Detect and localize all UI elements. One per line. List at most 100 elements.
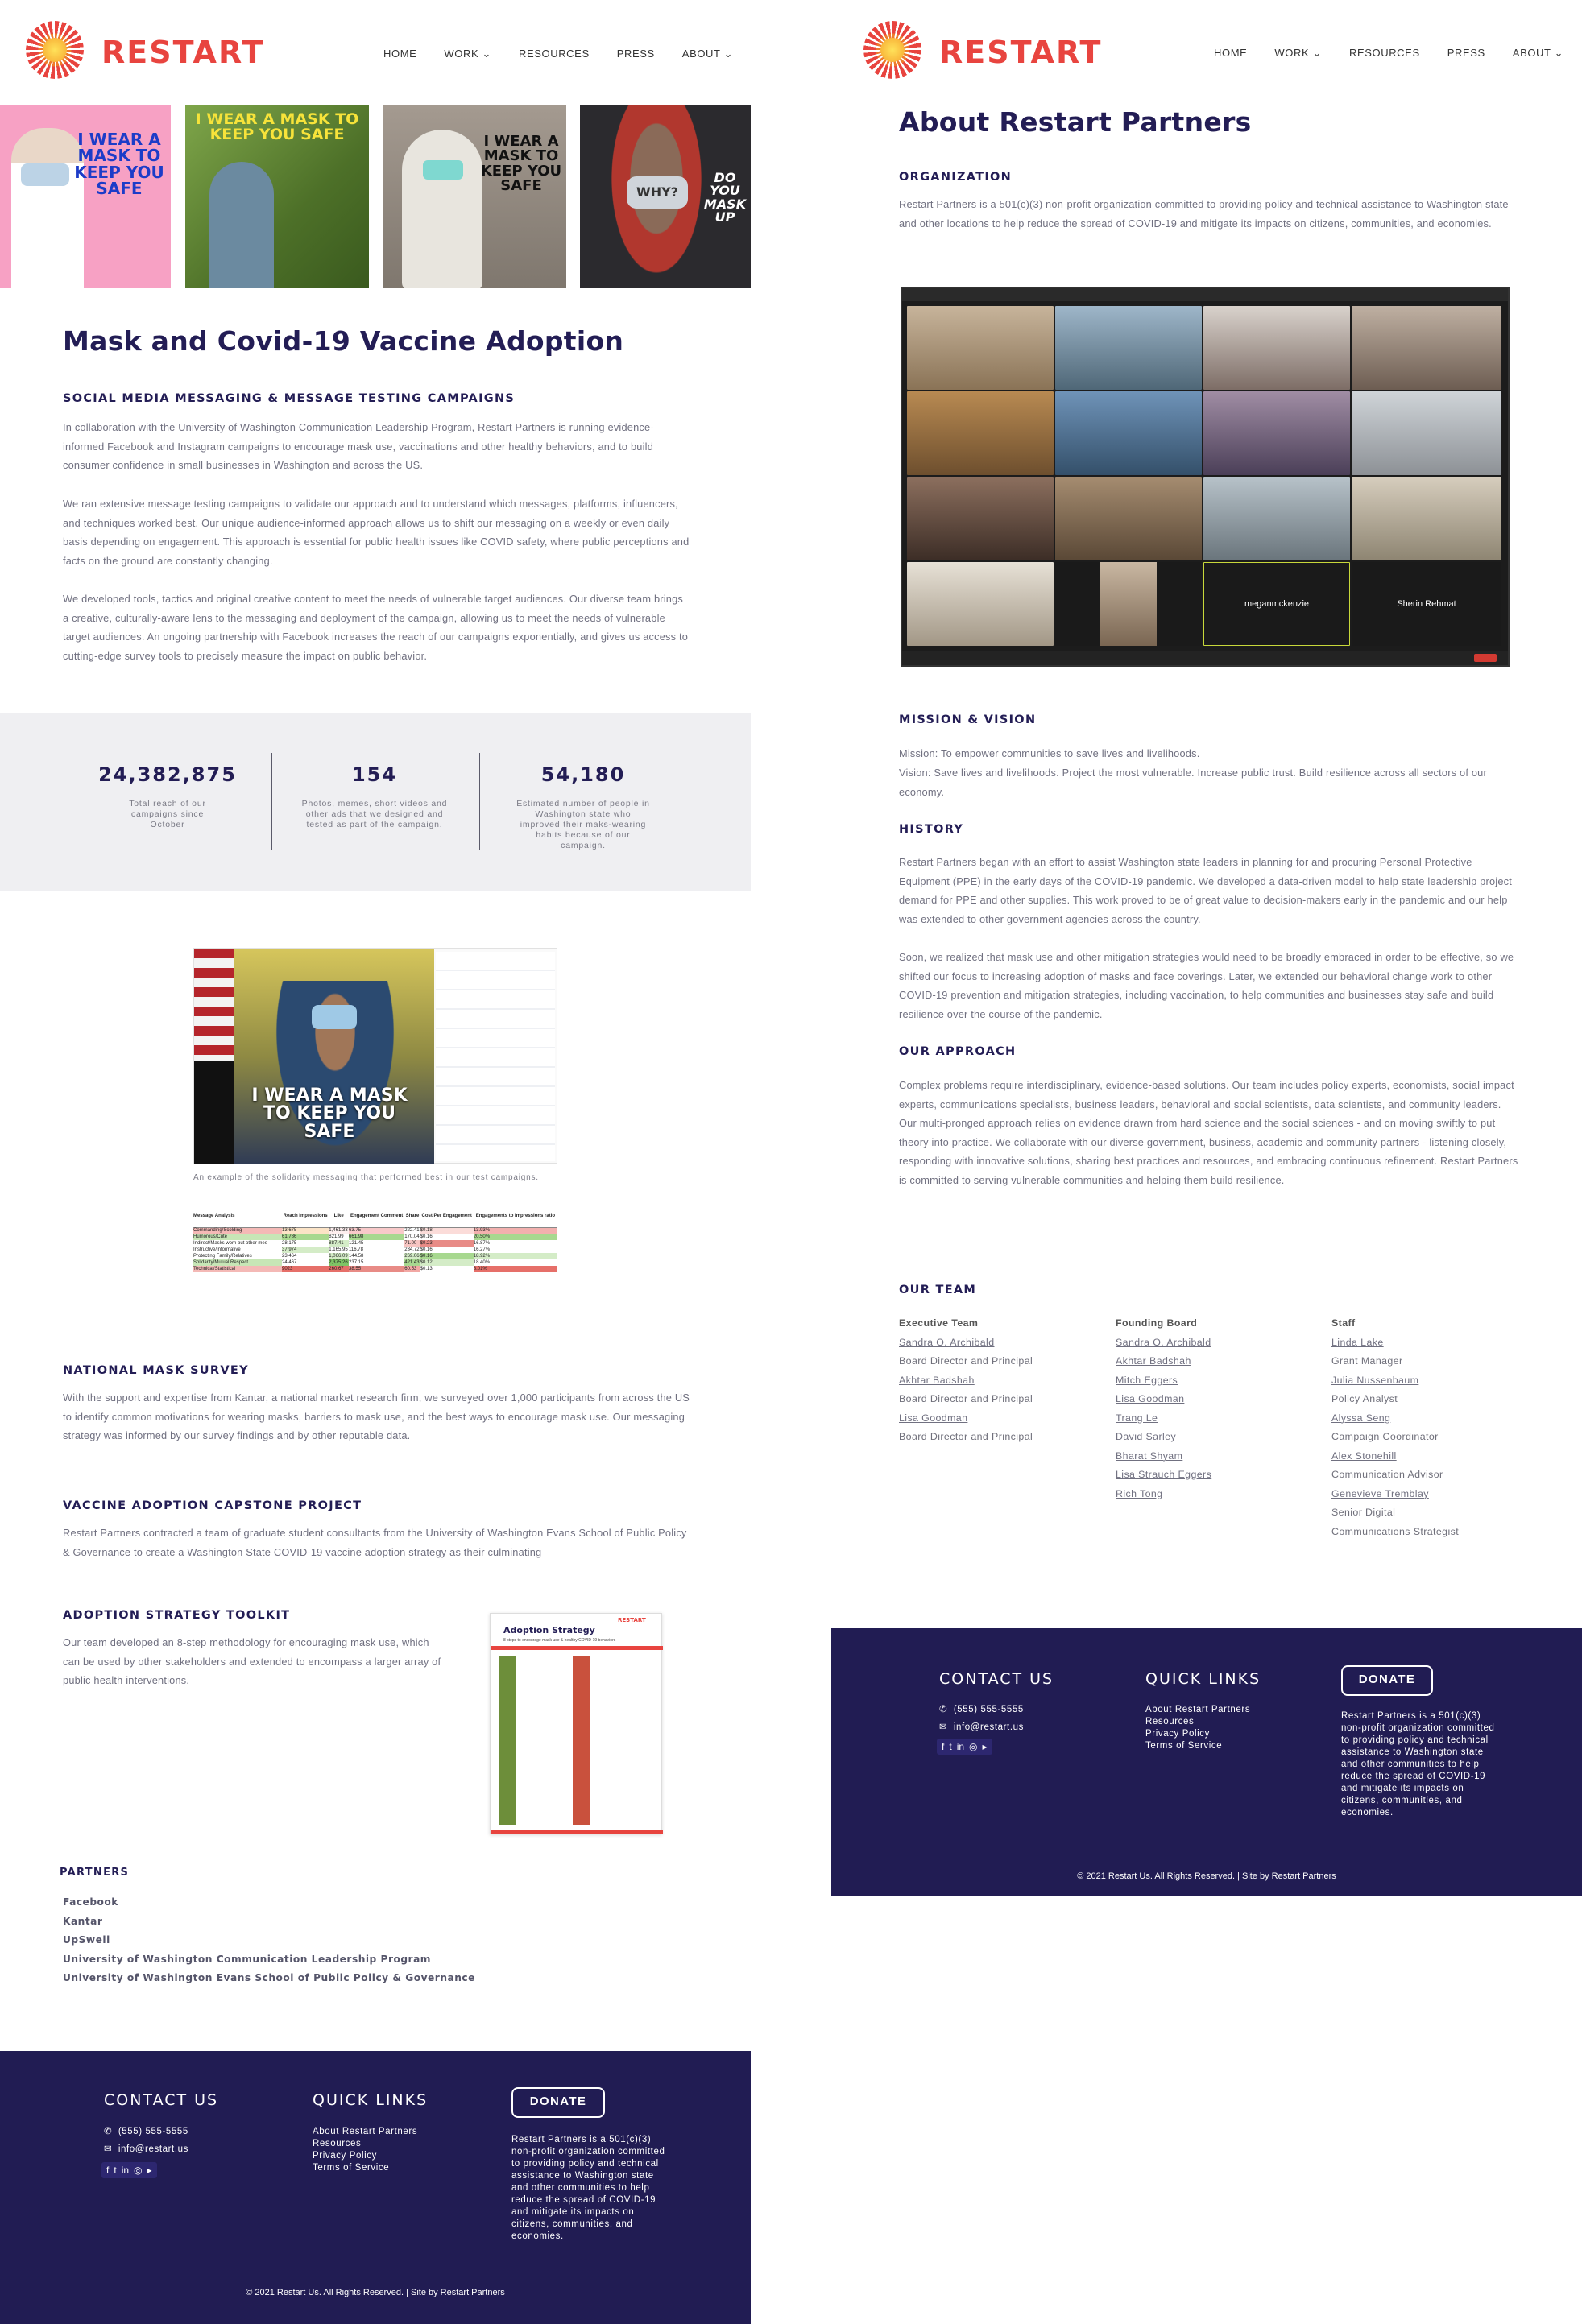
toolkit-document-thumbnail[interactable]: Adoption Strategy RESTART 8 steps to enc… bbox=[490, 1613, 663, 1834]
zoom-call-image: meganmckenzie Sherin Rehmat bbox=[901, 287, 1510, 667]
chevron-down-icon: ⌄ bbox=[482, 48, 491, 60]
nav-about[interactable]: ABOUT ⌄ bbox=[1513, 47, 1563, 60]
end-call-button bbox=[1474, 654, 1497, 662]
doc-header-rule bbox=[491, 1646, 663, 1650]
instagram-icon[interactable]: ◎ bbox=[134, 2165, 142, 2176]
site-logo[interactable]: RESTART bbox=[863, 21, 1100, 85]
facebook-icon[interactable]: f bbox=[106, 2165, 109, 2176]
team-group-heading: Executive Team bbox=[899, 1317, 979, 1329]
linkedin-icon[interactable]: in bbox=[122, 2165, 129, 2176]
nav-home[interactable]: HOME bbox=[383, 48, 416, 60]
team-member-link[interactable]: Lisa Strauch Eggers bbox=[1116, 1466, 1309, 1485]
instagram-icon[interactable]: ◎ bbox=[969, 1741, 977, 1752]
participant-video bbox=[1100, 562, 1157, 646]
social-paragraph-2: We ran extensive message testing campaig… bbox=[63, 498, 690, 567]
footer-link[interactable]: About Restart Partners bbox=[313, 2126, 417, 2138]
nav-about[interactable]: ABOUT ⌄ bbox=[682, 48, 733, 60]
team-group-heading: Staff bbox=[1331, 1317, 1356, 1329]
nav-press[interactable]: PRESS bbox=[617, 48, 655, 60]
table-header: Engagement Comment bbox=[350, 1213, 404, 1218]
nav-work[interactable]: WORK ⌄ bbox=[444, 48, 491, 60]
team-member-link[interactable]: Akhtar Badshah bbox=[899, 1371, 1092, 1391]
facebook-icon[interactable]: f bbox=[942, 1741, 944, 1752]
footer-link[interactable]: Resources bbox=[1145, 1716, 1250, 1728]
copyright: © 2021 Restart Us. All Rights Reserved. … bbox=[1077, 1871, 1336, 1881]
footer-link[interactable]: About Restart Partners bbox=[1145, 1704, 1250, 1716]
twitter-icon[interactable]: t bbox=[949, 1741, 951, 1752]
team-member-link[interactable]: Alyssa Seng bbox=[1331, 1409, 1525, 1429]
survey-paragraph: With the support and expertise from Kant… bbox=[63, 1392, 690, 1441]
capstone-paragraph: Restart Partners contracted a team of gr… bbox=[63, 1527, 687, 1558]
organization-heading: ORGANIZATION bbox=[899, 171, 1013, 184]
nav-work[interactable]: WORK ⌄ bbox=[1274, 47, 1322, 60]
zoom-participant bbox=[1055, 306, 1202, 390]
mask-shape bbox=[423, 160, 463, 180]
email-row[interactable]: ✉ info@restart.us bbox=[104, 2144, 188, 2156]
nav-about-label: ABOUT bbox=[681, 48, 721, 60]
team-member-link[interactable]: Bharat Shyam bbox=[1116, 1447, 1309, 1466]
footer-link[interactable]: Privacy Policy bbox=[1145, 1728, 1250, 1740]
footer-link[interactable]: Privacy Policy bbox=[313, 2150, 417, 2162]
footer-link[interactable]: Terms of Service bbox=[313, 2162, 417, 2174]
tile-4-text: DO YOU MASK UP bbox=[703, 170, 747, 225]
donate-button[interactable]: DONATE bbox=[511, 2087, 605, 2118]
hijab-figure bbox=[402, 130, 482, 288]
team-role: Board Director and Principal bbox=[899, 1393, 1033, 1404]
site-footer: CONTACT US ✆ (555) 555-5555 ✉ info@resta… bbox=[831, 1628, 1582, 1896]
nav-home[interactable]: HOME bbox=[1214, 47, 1247, 60]
twitter-icon[interactable]: t bbox=[114, 2165, 116, 2176]
team-member-link[interactable]: Trang Le bbox=[1116, 1409, 1309, 1429]
table-row: Indirect/Masks worn but other mes 28,175 8… bbox=[193, 1240, 491, 1247]
zoom-toolbar bbox=[902, 651, 1508, 665]
partner-item: UpSwell bbox=[63, 1934, 110, 1946]
zoom-participant bbox=[1352, 306, 1501, 390]
nav-resources[interactable]: RESOURCES bbox=[519, 48, 590, 60]
team-member-link[interactable]: Sandra O. Archibald bbox=[899, 1334, 1092, 1353]
vision-statement: Vision: Save lives and livelihoods. Proj… bbox=[899, 767, 1487, 798]
nav-resources[interactable]: RESOURCES bbox=[1349, 47, 1420, 60]
youtube-icon[interactable]: ▸ bbox=[147, 2165, 152, 2176]
youtube-icon[interactable]: ▸ bbox=[983, 1741, 988, 1752]
stat-number: 154 bbox=[351, 763, 398, 786]
team-role: Board Director and Principal bbox=[899, 1355, 1033, 1367]
team-member-link[interactable]: Sandra O. Archibald bbox=[1116, 1334, 1309, 1353]
table-header: Message Analysis bbox=[193, 1213, 235, 1218]
approach-heading: OUR APPROACH bbox=[899, 1045, 1017, 1058]
phone-row[interactable]: ✆ (555) 555-5555 bbox=[104, 2126, 188, 2138]
linkedin-icon[interactable]: in bbox=[957, 1741, 964, 1752]
zoom-participant bbox=[1055, 391, 1202, 475]
video-caption-text: I WEAR A MASK TO KEEP YOU SAFE bbox=[251, 1085, 408, 1142]
team-member-link[interactable]: Akhtar Badshah bbox=[1116, 1352, 1309, 1371]
team-member-link[interactable]: Mitch Eggers bbox=[1116, 1371, 1309, 1391]
team-member-link[interactable]: Alex Stonehill bbox=[1331, 1447, 1525, 1466]
phone-number: (555) 555-5555 bbox=[118, 2127, 188, 2136]
donate-button[interactable]: DONATE bbox=[1341, 1665, 1433, 1696]
doc-title: Adoption Strategy bbox=[503, 1625, 595, 1635]
history-paragraph-2: Soon, we realized that mask use and othe… bbox=[899, 951, 1514, 1020]
zoom-participant: Sherin Rehmat bbox=[1352, 562, 1501, 646]
site-logo[interactable]: RESTART bbox=[26, 21, 263, 85]
survey-heading: NATIONAL MASK SURVEY bbox=[63, 1364, 249, 1377]
email-row[interactable]: ✉ info@restart.us bbox=[939, 1722, 1024, 1734]
team-member-link[interactable]: Rich Tong bbox=[1116, 1485, 1309, 1504]
nav-press[interactable]: PRESS bbox=[1447, 47, 1485, 60]
footer-link[interactable]: Terms of Service bbox=[1145, 1740, 1250, 1752]
table-header: Engagements to Impressions ratio bbox=[475, 1213, 556, 1218]
footer-link[interactable]: Resources bbox=[313, 2138, 417, 2150]
right-page: RESTART HOME WORK ⌄ RESOURCES PRESS ABOU… bbox=[831, 0, 1582, 2324]
flag-stripes bbox=[194, 949, 234, 1061]
stat-2: 154 Photos, memes, short videos and othe… bbox=[290, 763, 459, 830]
campaign-tile-3: I WEAR A MASK TO KEEP YOU SAFE bbox=[383, 105, 566, 288]
phone-row[interactable]: ✆ (555) 555-5555 bbox=[939, 1704, 1024, 1716]
team-member-link[interactable]: Lisa Goodman bbox=[899, 1409, 1092, 1429]
team-heading: OUR TEAM bbox=[899, 1284, 977, 1296]
partner-item: Kantar bbox=[63, 1915, 103, 1927]
partner-item: University of Washington Communication L… bbox=[63, 1953, 431, 1965]
team-member-link[interactable]: Julia Nussenbaum bbox=[1331, 1371, 1525, 1391]
team-member-link[interactable]: David Sarley bbox=[1116, 1428, 1309, 1447]
team-member-link[interactable]: Linda Lake bbox=[1331, 1334, 1525, 1353]
stat-3: 54,180 Estimated number of people in Was… bbox=[498, 763, 669, 851]
phone-icon: ✆ bbox=[104, 2127, 113, 2136]
team-member-link[interactable]: Genevieve Tremblay bbox=[1331, 1485, 1525, 1504]
team-member-link[interactable]: Lisa Goodman bbox=[1116, 1390, 1309, 1409]
